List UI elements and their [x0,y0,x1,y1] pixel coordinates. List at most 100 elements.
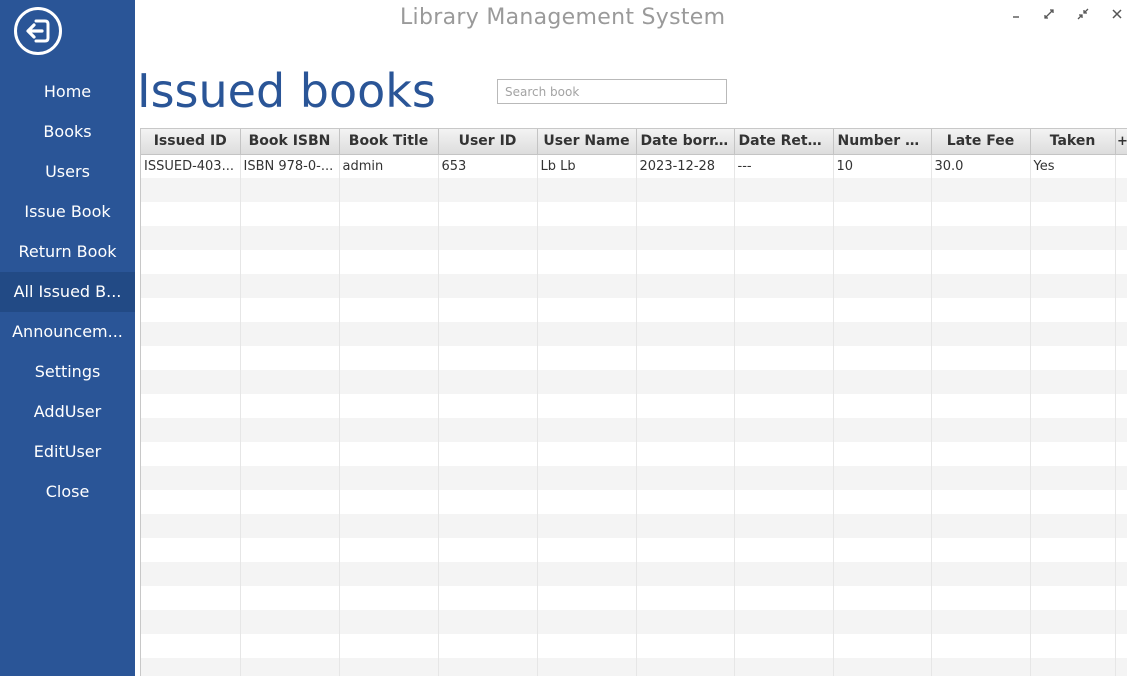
table-cell [141,490,241,514]
column-header[interactable]: User ID [438,129,538,155]
table-cell [141,346,241,370]
sidebar-item-users[interactable]: Users [0,152,135,192]
table-cell [931,298,1031,322]
table-cell [833,586,932,610]
table-cell [537,586,637,610]
table-cell: ISBN 978-0-... [240,154,340,178]
table-row[interactable] [141,490,1127,514]
table-cell [1030,226,1116,250]
column-header[interactable]: User Name [537,129,637,155]
column-header[interactable]: Issued ID [141,129,241,155]
table-cell [141,514,241,538]
table-cell [537,346,637,370]
table-cell [1030,514,1116,538]
table-cell [1115,610,1127,634]
sidebar-item-adduser[interactable]: AddUser [0,392,135,432]
logout-button[interactable] [14,7,62,55]
table-row[interactable] [141,514,1127,538]
table-row[interactable] [141,322,1127,346]
table-cell [339,322,439,346]
close-button[interactable] [1107,4,1127,24]
table-cell [537,514,637,538]
table-cell [339,562,439,586]
table-row[interactable] [141,586,1127,610]
sidebar-item-home[interactable]: Home [0,72,135,112]
table-cell [833,490,932,514]
table-row[interactable] [141,250,1127,274]
table-cell [537,394,637,418]
table-cell [1115,466,1127,490]
table-row[interactable] [141,658,1127,676]
table-cell [636,346,735,370]
table-row[interactable] [141,442,1127,466]
minimize-button[interactable] [1006,4,1026,24]
table-row[interactable] [141,466,1127,490]
table-cell [1030,586,1116,610]
table-cell [833,466,932,490]
table-row[interactable]: ISSUED-403... ISBN 978-0-... admin 653 Lb Lb… [141,154,1127,178]
table-cell [833,418,932,442]
table-row[interactable] [141,610,1127,634]
column-menu-button[interactable]: + [1115,129,1127,155]
table-cell [636,250,735,274]
table-cell [240,274,340,298]
column-header[interactable]: Number o... [833,129,932,155]
table-row[interactable] [141,178,1127,202]
sidebar-item-return-book[interactable]: Return Book [0,232,135,272]
column-header[interactable]: Date Retu... [734,129,834,155]
restore-button[interactable] [1073,4,1093,24]
column-header[interactable]: Taken [1030,129,1116,155]
sidebar-item-books[interactable]: Books [0,112,135,152]
table-cell [1030,490,1116,514]
table-row[interactable] [141,202,1127,226]
maximize-button[interactable] [1039,4,1059,24]
table-row[interactable] [141,538,1127,562]
table-row[interactable] [141,394,1127,418]
table-row[interactable] [141,298,1127,322]
table-cell [1115,562,1127,586]
table-cell [141,634,241,658]
table-cell [636,658,735,676]
table-cell [339,538,439,562]
table-cell [734,394,834,418]
table-cell [1030,202,1116,226]
column-header[interactable]: Date borr... [636,129,735,155]
table-cell [141,394,241,418]
table-cell [537,178,637,202]
table-cell [1115,154,1127,178]
sidebar-item-settings[interactable]: Settings [0,352,135,392]
table-cell [537,298,637,322]
table-row[interactable] [141,346,1127,370]
table-cell: Yes [1030,154,1116,178]
table-cell [339,346,439,370]
table-cell [1115,178,1127,202]
table-row[interactable] [141,370,1127,394]
table-cell [438,250,538,274]
sidebar-item-issue-book[interactable]: Issue Book [0,192,135,232]
table-row[interactable] [141,634,1127,658]
sidebar-item-all-issued-b[interactable]: All Issued B... [0,272,135,312]
sidebar-item-edituser[interactable]: EditUser [0,432,135,472]
search-input[interactable] [497,79,727,104]
sidebar-item-announcem[interactable]: Announcem... [0,312,135,352]
table-row[interactable] [141,418,1127,442]
table-cell [734,370,834,394]
table-cell [1115,346,1127,370]
table-row[interactable] [141,562,1127,586]
table-cell [438,610,538,634]
table-cell [438,466,538,490]
table-cell [833,346,932,370]
sidebar-item-close[interactable]: Close [0,472,135,512]
table-cell [833,322,932,346]
column-header[interactable]: Late Fee [931,129,1031,155]
table-cell [833,538,932,562]
table-cell [931,226,1031,250]
column-header[interactable]: Book Title [339,129,439,155]
table-cell [734,658,834,676]
table-cell [734,586,834,610]
table-cell [931,322,1031,346]
table-row[interactable] [141,226,1127,250]
table-row[interactable] [141,274,1127,298]
table-cell [833,370,932,394]
column-header[interactable]: Book ISBN [240,129,340,155]
